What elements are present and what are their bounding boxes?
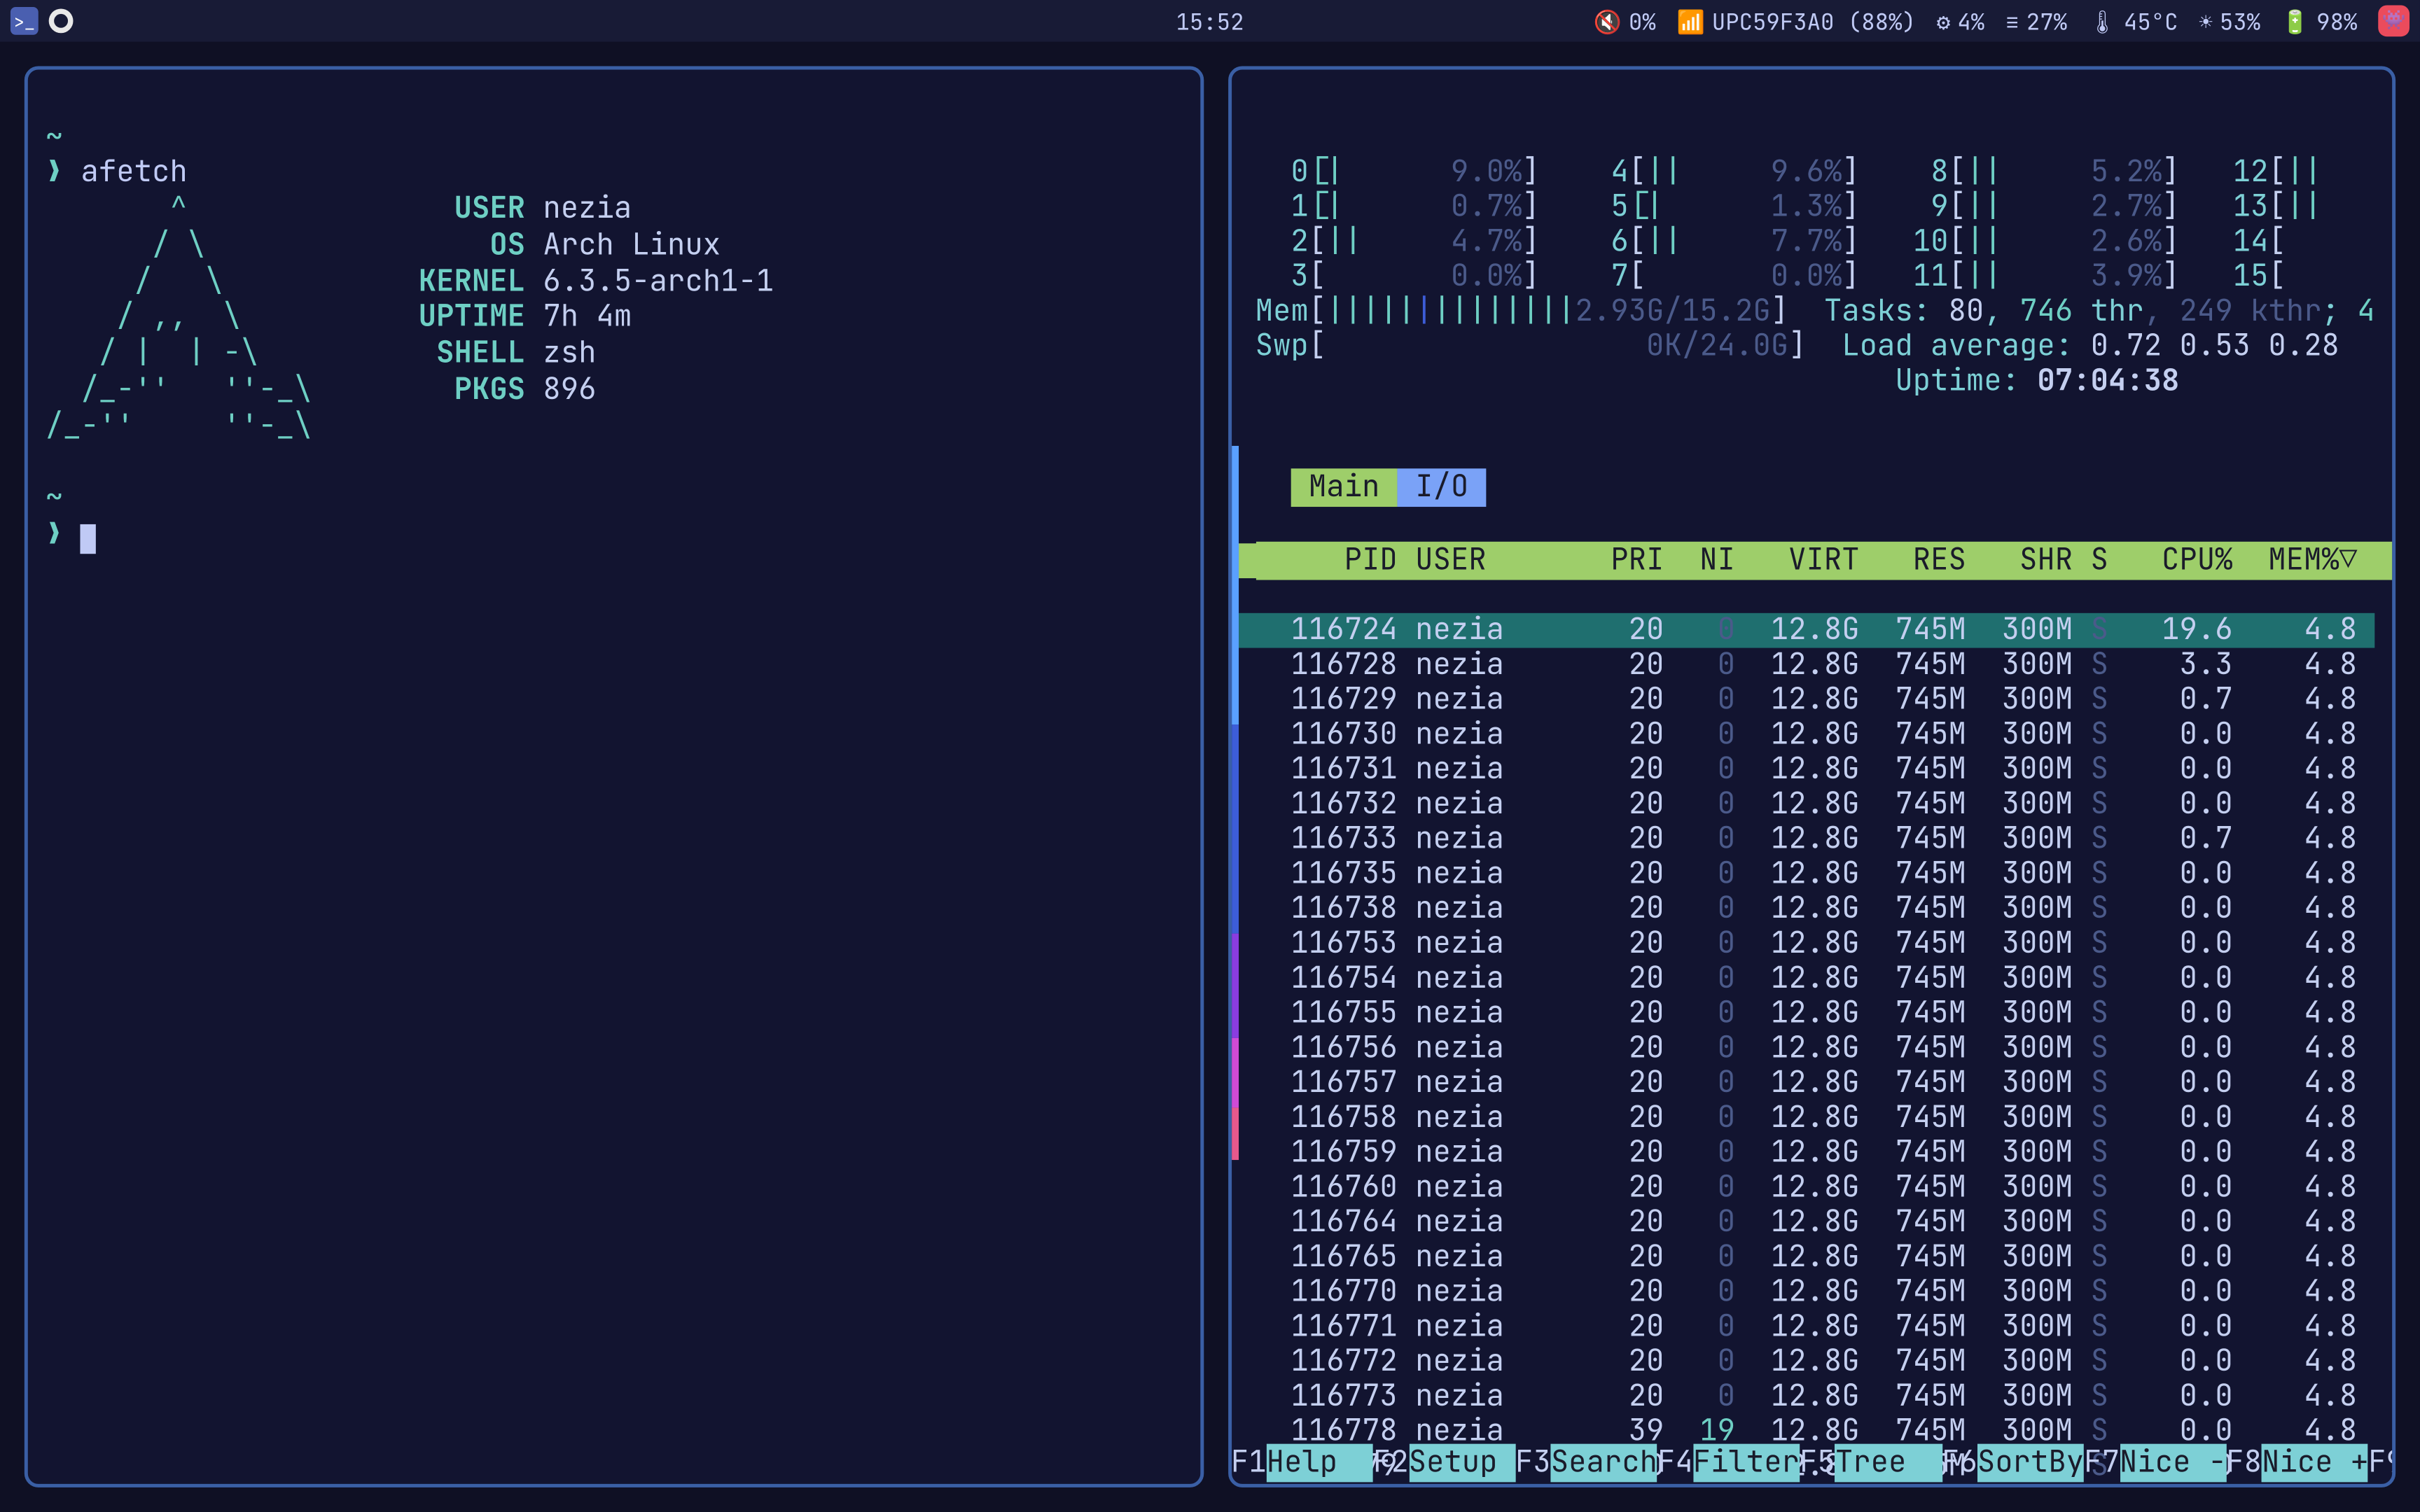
process-row[interactable]: 116765 nezia 20 0 12.8G 745M 300M S 0.0 … [1238, 1241, 2374, 1276]
cursor[interactable] [81, 524, 96, 553]
tray-lines[interactable]: ☰27% [2005, 6, 2067, 36]
process-row[interactable]: 116730 nezia 20 0 12.8G 745M 300M S 0.0 … [1238, 718, 2374, 753]
fnkey-F1[interactable]: F1 [1231, 1444, 1267, 1483]
process-row[interactable]: 116756 nezia 20 0 12.8G 745M 300M S 0.0 … [1238, 1032, 2374, 1067]
app-indicator-icon[interactable] [49, 8, 74, 33]
fnkey-F3-label[interactable]: Search [1551, 1444, 1657, 1483]
discord-tray-icon[interactable]: 👾 [2378, 5, 2409, 36]
process-row[interactable]: 116735 nezia 20 0 12.8G 745M 300M S 0.0 … [1238, 858, 2374, 892]
menu-icon: ☰ [2005, 6, 2019, 36]
fnkey-F6-label[interactable]: SortBy [1977, 1444, 2084, 1483]
process-row[interactable]: 116772 nezia 20 0 12.8G 745M 300M S 0.0 … [1238, 1345, 2374, 1380]
process-row[interactable]: 116771 nezia 20 0 12.8G 745M 300M S 0.0 … [1238, 1310, 2374, 1345]
fnkey-F8-label[interactable]: Nice + [2262, 1444, 2368, 1483]
cmd-afetch: afetch [81, 154, 187, 192]
fnkey-F9[interactable]: F9 [2368, 1444, 2395, 1483]
terminal-right-pane[interactable]: 0[| 9.0%] 4[|| 9.6%] 8[|| 5.2%] 12[|| 2.… [1228, 66, 2395, 1488]
process-row[interactable]: 116757 nezia 20 0 12.8G 745M 300M S 0.0 … [1238, 1067, 2374, 1102]
fnkey-F7[interactable]: F7 [2084, 1444, 2120, 1483]
workarea: ~ ❯ afetch ^ USER nezia / \ OS Arch Linu… [0, 42, 2420, 1512]
prompt-tilde: ~ [46, 118, 63, 157]
sun-icon: ☀ [2199, 6, 2212, 36]
process-row[interactable]: 116773 nezia 20 0 12.8G 745M 300M S 0.0 … [1238, 1380, 2374, 1415]
process-row[interactable]: 116759 nezia 20 0 12.8G 745M 300M S 0.0 … [1238, 1136, 2374, 1171]
process-row[interactable]: 116780 nezia 20 0 12.8G 745M 300M S 0.0 … [1238, 1485, 2374, 1488]
fnkey-F8[interactable]: F8 [2226, 1444, 2262, 1483]
process-row[interactable]: 116758 nezia 20 0 12.8G 745M 300M S 0.0 … [1238, 1101, 2374, 1136]
fnkey-F2-label[interactable]: Setup [1409, 1444, 1515, 1483]
process-row[interactable]: 116770 nezia 20 0 12.8G 745M 300M S 0.0 … [1238, 1275, 2374, 1310]
process-row[interactable]: 116764 nezia 20 0 12.8G 745M 300M S 0.0 … [1238, 1206, 2374, 1241]
fnkey-F4-label[interactable]: Filter [1693, 1444, 1800, 1483]
tray-temp[interactable]: 🌡45°C [2088, 6, 2178, 36]
process-row[interactable]: 116733 nezia 20 0 12.8G 745M 300M S 0.7 … [1238, 822, 2374, 858]
clock[interactable]: 15:52 [1176, 6, 1244, 36]
process-row[interactable]: 116753 nezia 20 0 12.8G 745M 300M S 0.0 … [1238, 927, 2374, 962]
process-row[interactable]: 116760 nezia 20 0 12.8G 745M 300M S 0.0 … [1238, 1171, 2374, 1206]
fnkey-F7-label[interactable]: Nice - [2120, 1444, 2226, 1483]
volume-mute-icon: 🔇 [1594, 6, 1622, 36]
tray-battery[interactable]: 🔋98% [2281, 6, 2357, 36]
top-bar: >_ 15:52 🔇0% 📶UPC59F3A0 (88%) ⚙4% ☰27% 🌡… [0, 0, 2420, 42]
tray-gear[interactable]: ⚙4% [1937, 6, 1984, 36]
thermometer-icon: 🌡 [2088, 6, 2117, 36]
wifi-icon: 📶 [1677, 6, 1705, 36]
fnkey-F6[interactable]: F6 [1942, 1444, 1977, 1483]
tray-volume[interactable]: 🔇0% [1594, 6, 1656, 36]
process-row[interactable]: 116731 nezia 20 0 12.8G 745M 300M S 0.0 … [1238, 753, 2374, 788]
process-row[interactable]: 116754 nezia 20 0 12.8G 745M 300M S 0.0 … [1238, 962, 2374, 997]
prompt-marker: ❯ [46, 154, 63, 192]
terminal-icon[interactable]: >_ [11, 7, 39, 35]
htop-header-row[interactable]: PID USER PRI NI VIRT RES SHR S CPU% MEM%… [1256, 541, 2395, 580]
tray-brightness[interactable]: ☀53% [2199, 6, 2260, 36]
fnkey-F1-label[interactable]: Help [1267, 1444, 1373, 1483]
process-row[interactable]: 116729 nezia 20 0 12.8G 745M 300M S 0.7 … [1238, 683, 2374, 718]
prompt-marker-2: ❯ [46, 515, 63, 554]
process-row[interactable]: 116724 nezia 20 0 12.8G 745M 300M S 19.6… [1238, 614, 2374, 649]
prompt-tilde-2: ~ [46, 479, 63, 517]
process-row[interactable]: 116755 nezia 20 0 12.8G 745M 300M S 0.0 … [1238, 997, 2374, 1032]
fnkey-F3[interactable]: F3 [1515, 1444, 1551, 1483]
htop-tab-main[interactable]: Main [1291, 469, 1397, 507]
fnkey-F2[interactable]: F2 [1373, 1444, 1409, 1483]
htop-tab-io[interactable]: I/O [1398, 469, 1487, 507]
htop-scrollbar[interactable] [1231, 70, 1238, 1460]
fnkey-F5-label[interactable]: Tree [1835, 1444, 1942, 1483]
battery-icon: 🔋 [2281, 6, 2309, 36]
tray-wifi[interactable]: 📶UPC59F3A0 (88%) [1677, 6, 1916, 36]
process-row[interactable]: 116728 nezia 20 0 12.8G 745M 300M S 3.3 … [1238, 649, 2374, 684]
process-row[interactable]: 116738 nezia 20 0 12.8G 745M 300M S 0.0 … [1238, 892, 2374, 927]
fnkey-F5[interactable]: F5 [1800, 1444, 1835, 1483]
fnkey-F4[interactable]: F4 [1657, 1444, 1693, 1483]
terminal-left-pane[interactable]: ~ ❯ afetch ^ USER nezia / \ OS Arch Linu… [25, 66, 1203, 1488]
process-row[interactable]: 116732 nezia 20 0 12.8G 745M 300M S 0.0 … [1238, 788, 2374, 823]
gear-icon: ⚙ [1937, 6, 1950, 36]
